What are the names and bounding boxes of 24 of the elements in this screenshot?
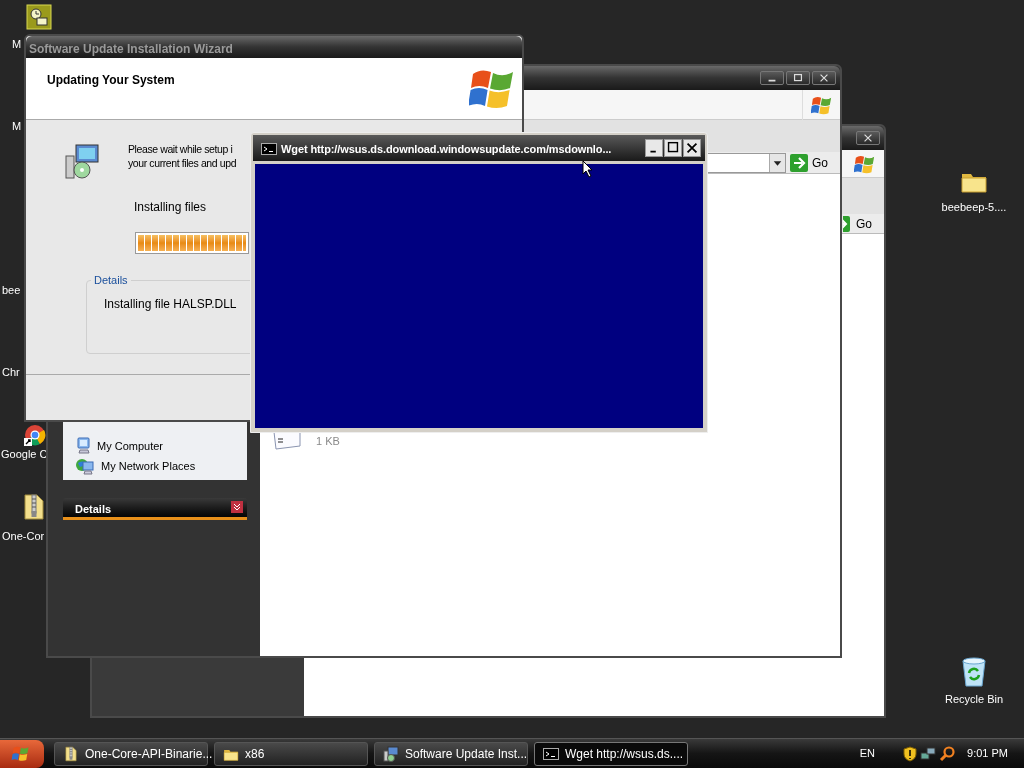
wizard-heading: Updating Your System (47, 72, 175, 89)
desktop-icon-label: beebeep-5.... (940, 201, 1008, 214)
window-title: Software Update Installation Wizard (29, 41, 233, 58)
details-text: Installing file HALSP.DLL (104, 296, 237, 313)
desktop-icon-label: One-Cor (2, 530, 45, 543)
details-header[interactable]: Details (75, 501, 112, 518)
desktop-icon-label: Recycle Bin (943, 693, 1005, 706)
taskbar-button[interactable]: Software Update Inst... (374, 741, 528, 766)
desktop-icon-label: M (12, 120, 22, 133)
desktop-icon-label: Chr (2, 366, 20, 379)
task-link[interactable]: My Computer (97, 437, 164, 455)
window-title: Wget http://wsus.ds.download.windowsupdate.com/msdownlo... (281, 142, 612, 157)
taskbar-button[interactable]: x86 (214, 741, 368, 766)
go-button[interactable]: Go (812, 154, 828, 172)
desktop-icon-label: bee (2, 284, 21, 297)
task-link[interactable]: My Network Places (101, 457, 196, 475)
go-button[interactable]: Go (854, 215, 876, 233)
status-text: Installing files (134, 199, 207, 216)
file-size: 1 KB (316, 434, 340, 449)
desktop-icon-label: M (12, 38, 22, 51)
wizard-message: Please wait while setup i your current files and upd (128, 142, 237, 170)
taskbar-button[interactable]: Wget http://wsus.ds.... (534, 741, 688, 766)
language-indicator[interactable]: EN (859, 745, 876, 762)
clock: 9:01 PM (967, 746, 1008, 762)
